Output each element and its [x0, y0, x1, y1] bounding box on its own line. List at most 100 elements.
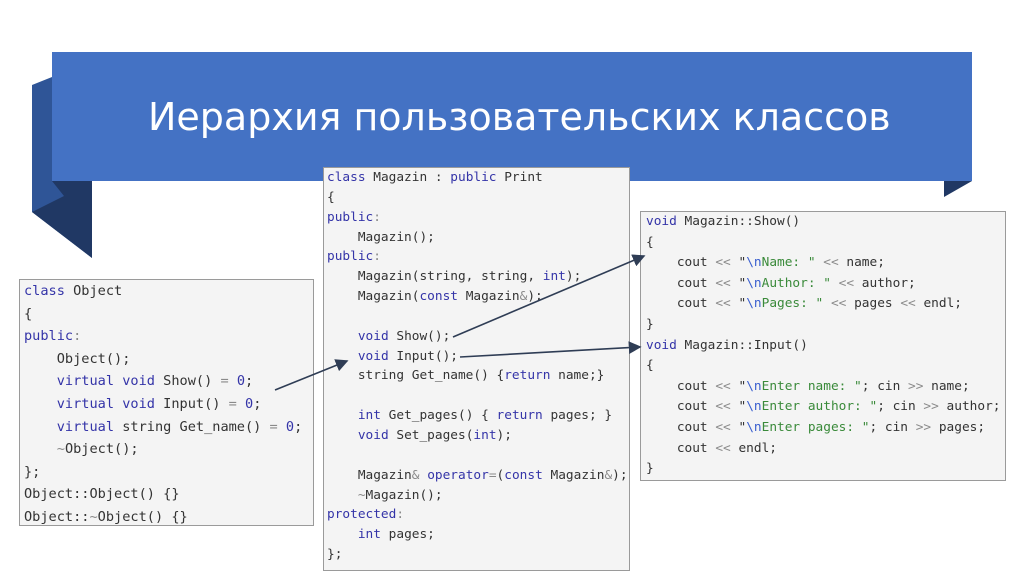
- code-line: int pages;: [327, 525, 626, 545]
- code-token: Input(): [154, 395, 229, 412]
- code-token: );: [612, 467, 628, 483]
- code-token: \n: [746, 419, 762, 435]
- slide-title-text: Иерархия пользовательских классов: [148, 94, 891, 139]
- code-token: };: [327, 547, 343, 563]
- code-token: <<: [838, 275, 855, 291]
- code-token: );: [496, 427, 512, 443]
- code-token: Enter name: ": [761, 378, 862, 394]
- code-token: public: [24, 328, 74, 345]
- code-token: int: [542, 269, 566, 285]
- code-token: Print: [496, 170, 543, 185]
- code-token: <<: [715, 419, 731, 435]
- code-token: =: [488, 467, 497, 483]
- code-line: class Object: [24, 280, 309, 303]
- code-token: <<: [715, 275, 731, 291]
- code-block-magazin-class: class Magazin : public Print{public: Mag…: [323, 167, 630, 571]
- code-token: <<: [900, 296, 916, 312]
- code-token: Object() {}: [97, 508, 188, 525]
- code-token: :: [373, 209, 381, 225]
- code-line: protected:: [327, 505, 626, 525]
- code-token: {: [24, 305, 33, 322]
- code-token: cout: [646, 255, 716, 271]
- code-token: \n: [746, 399, 762, 415]
- code-token: int: [357, 527, 381, 543]
- code-token: Object();: [24, 350, 131, 367]
- code-token: >>: [908, 378, 924, 394]
- code-token: >>: [923, 399, 939, 415]
- code-line: {: [646, 233, 1000, 254]
- code-token: );: [527, 289, 543, 305]
- code-token: void: [122, 395, 155, 412]
- code-token: virtual: [56, 373, 115, 390]
- code-token: 0: [236, 373, 246, 390]
- code-block-object-class: class Object { public: Object(); virtual v…: [19, 279, 314, 526]
- code-line: cout << "\nName: " << name;: [646, 253, 1000, 274]
- code-token: :: [396, 507, 405, 523]
- code-token: Enter pages: ": [761, 419, 870, 435]
- code-token: ": [730, 255, 747, 271]
- code-token: void: [646, 214, 677, 229]
- code-line: {: [327, 188, 626, 208]
- code-token: <<: [715, 296, 731, 312]
- code-token: Magazin::Show(): [676, 214, 801, 229]
- code-line: Object();: [24, 348, 309, 371]
- code-token: operator: [427, 467, 489, 483]
- code-token: Get_pages() {: [380, 408, 497, 424]
- slide-title: Иерархия пользовательских классов: [52, 52, 972, 181]
- code-token: return: [504, 368, 551, 384]
- code-token: <<: [823, 255, 839, 271]
- code-token: const: [504, 467, 543, 483]
- code-line: public:: [327, 247, 626, 267]
- code-token: :: [373, 249, 381, 265]
- code-line: ~Magazin();: [327, 486, 626, 506]
- code-token: string Get_name(): [114, 418, 270, 435]
- code-token: Magazin(: [327, 289, 420, 305]
- code-token: string Get_name() {: [327, 368, 505, 384]
- code-token: <<: [715, 399, 731, 415]
- code-token: =: [269, 418, 278, 435]
- code-line: };: [24, 461, 309, 484]
- code-line: virtual void Show() = 0;: [24, 370, 309, 393]
- code-line: void Set_pages(int);: [327, 426, 626, 446]
- code-token: \n: [746, 255, 762, 271]
- code-line: {: [646, 356, 1000, 377]
- code-token: {: [646, 358, 654, 374]
- code-token: }: [646, 316, 654, 332]
- code-line: public:: [327, 208, 626, 228]
- code-token: Magazin();: [365, 487, 443, 503]
- code-line: ~Object();: [24, 438, 309, 461]
- code-line: }: [646, 459, 1000, 480]
- code-token: ; cin: [877, 399, 924, 415]
- code-token: =: [220, 373, 229, 390]
- code-token: int: [357, 408, 381, 424]
- code-token: return: [496, 408, 543, 424]
- code-token: endl;: [730, 440, 777, 456]
- code-token: ;: [253, 395, 262, 412]
- code-token: ;: [245, 373, 254, 390]
- code-line: cout << "\nEnter name: "; cin >> name;: [646, 377, 1000, 398]
- code-token: <<: [715, 378, 731, 394]
- code-token: }: [646, 461, 654, 477]
- code-token: :: [73, 328, 82, 345]
- code-token: ": [730, 419, 747, 435]
- code-token: cout: [646, 419, 716, 435]
- code-line: virtual void Input() = 0;: [24, 393, 309, 416]
- code-line: Magazin& operator=(const Magazin&);: [327, 466, 628, 486]
- code-token: ": [730, 275, 747, 291]
- code-token: 0: [285, 418, 295, 435]
- code-token: public: [450, 170, 497, 185]
- code-token: Magazin(string, string,: [327, 269, 543, 285]
- code-token: author;: [854, 275, 916, 291]
- code-token: cout: [646, 296, 716, 312]
- code-token: pages;: [931, 419, 986, 435]
- code-line: cout << endl;: [646, 439, 1000, 460]
